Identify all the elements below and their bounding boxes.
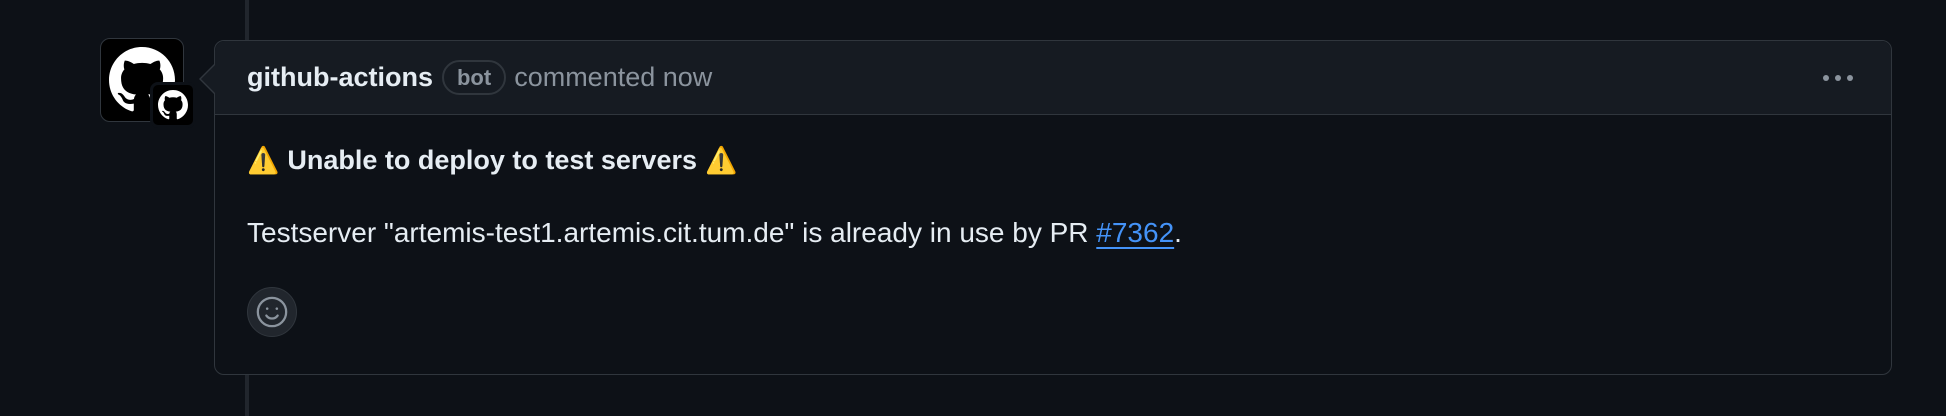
- add-reaction-button[interactable]: [247, 287, 297, 337]
- comment-heading: ⚠️ Unable to deploy to test servers ⚠️: [247, 143, 1859, 177]
- kebab-dot: [1835, 74, 1841, 81]
- kebab-horizontal-icon[interactable]: [1821, 67, 1855, 89]
- warning-icon: ⚠️: [247, 145, 280, 175]
- smiley-icon: [256, 296, 288, 328]
- bot-avatar-badge: [150, 82, 196, 128]
- comment-heading-text: Unable to deploy to test servers: [287, 145, 697, 175]
- warning-icon: ⚠️: [705, 145, 738, 175]
- comment-paragraph-end: .: [1174, 217, 1182, 248]
- comment-paragraph: Testserver "artemis-test1.artemis.cit.tu…: [247, 215, 1859, 251]
- comment-box: github-actions bot commented now ⚠️ Unab…: [199, 40, 1892, 375]
- comment-timestamp[interactable]: commented now: [514, 62, 712, 93]
- bot-badge: bot: [441, 60, 507, 95]
- comment-paragraph-text: Testserver "artemis-test1.artemis.cit.tu…: [247, 217, 1097, 248]
- kebab-dot: [1847, 74, 1853, 81]
- pr-timeline: github-actions bot commented now ⚠️ Unab…: [0, 0, 1946, 416]
- github-octocat-badge-icon: [158, 90, 188, 120]
- comment-author[interactable]: github-actions: [247, 62, 433, 93]
- comment-body: ⚠️ Unable to deploy to test servers ⚠️ T…: [215, 115, 1891, 337]
- comment-header: github-actions bot commented now: [215, 41, 1891, 115]
- comment-caret-fill: [201, 64, 216, 94]
- pr-link[interactable]: #7362: [1096, 217, 1174, 248]
- kebab-dot: [1823, 74, 1829, 81]
